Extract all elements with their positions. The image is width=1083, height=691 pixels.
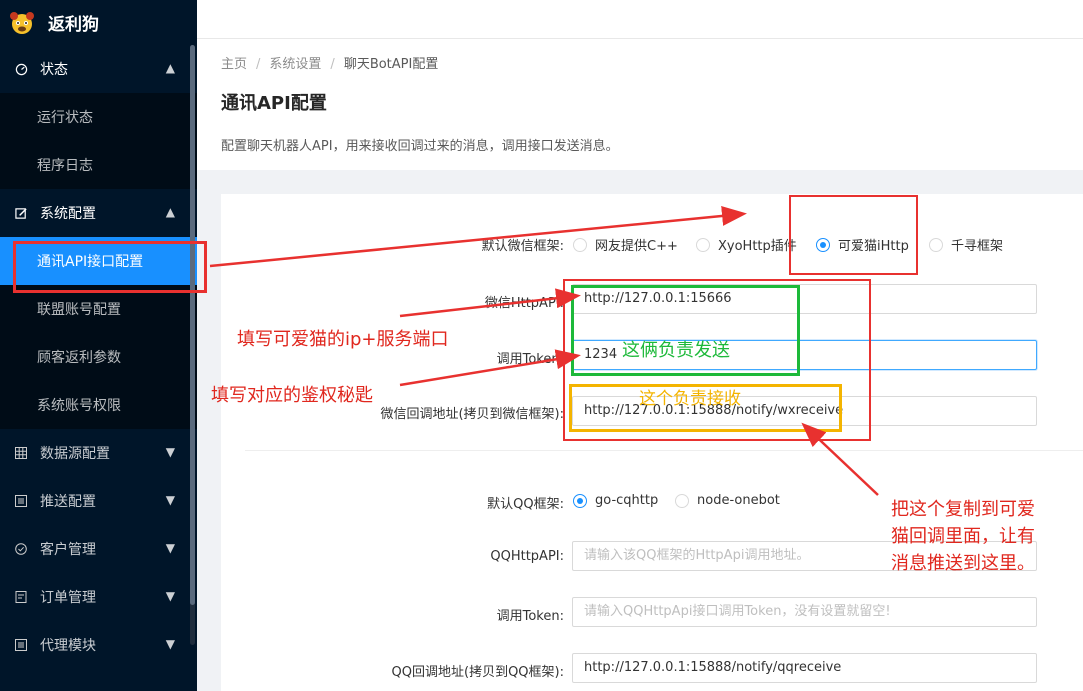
- edit-icon: [14, 206, 28, 220]
- sidebar-item-account-permissions[interactable]: 系统账号权限: [0, 381, 197, 429]
- sidebar-item-program-log[interactable]: 程序日志: [0, 141, 197, 189]
- page-description: 配置聊天机器人API，用来接收回调过来的消息，调用接口发送消息。: [221, 139, 619, 154]
- menu-group-label: 客户管理: [40, 542, 96, 558]
- wechat-callback-label: 微信回调地址(拷贝到微信框架):: [380, 407, 564, 422]
- annotation-copy-note: 把这个复制到可爱 猫回调里面，让有 消息推送到这里。: [891, 496, 1035, 577]
- qq-framework-label: 默认QQ框架:: [487, 497, 564, 512]
- menu-group-label: 订单管理: [40, 590, 96, 606]
- radio-circle: [696, 237, 710, 252]
- chevron-down-icon: ▼: [165, 493, 175, 507]
- token-label: 调用Token:: [496, 352, 564, 367]
- chevron-down-icon: ▼: [165, 541, 175, 555]
- form-divider: [245, 450, 1083, 451]
- sidebar: 返利狗 状态 ▲ 运行状态 程序日志 系统配置 ▲ 通讯API接口配置 联盟账号…: [0, 0, 197, 691]
- dog-logo-icon: [8, 9, 36, 37]
- wechat-http-api-label: 微信HttpAPI:: [484, 296, 564, 311]
- top-header-bar: [197, 0, 1083, 39]
- qq-token-label: 调用Token:: [496, 609, 564, 624]
- breadcrumb-separator: /: [256, 57, 261, 72]
- annotation-box-sidebar-item: [13, 241, 207, 293]
- radio-label: 网友提供C++: [595, 239, 678, 254]
- chevron-down-icon: ▼: [165, 637, 175, 651]
- submenu-status: 运行状态 程序日志: [0, 93, 197, 189]
- radio-wechat-qianxun[interactable]: 千寻框架: [929, 235, 1003, 254]
- chevron-down-icon: ▼: [165, 589, 175, 603]
- sidebar-scrollbar-thumb[interactable]: [190, 45, 195, 605]
- menu-group-system-config[interactable]: 系统配置 ▲: [0, 189, 197, 237]
- page-header: 主页 / 系统设置 / 聊天BotAPI配置 通讯API配置 配置聊天机器人API，用来…: [197, 39, 1083, 170]
- radio-label: XyoHttp插件: [718, 239, 797, 254]
- radio-circle: [929, 237, 943, 252]
- menu-group-label: 系统配置: [40, 206, 96, 222]
- chevron-up-icon: ▲: [165, 205, 175, 219]
- list-icon: [14, 638, 28, 652]
- dashboard-icon: [14, 62, 28, 76]
- menu-group-label: 推送配置: [40, 494, 96, 510]
- app-logo[interactable]: 返利狗: [0, 0, 197, 45]
- chevron-up-icon: ▲: [165, 61, 175, 75]
- menu-group-orders[interactable]: 订单管理 ▼: [0, 573, 197, 621]
- annotation-receive-note: 这个负责接收: [639, 389, 741, 409]
- menu-group-label: 数据源配置: [40, 446, 110, 462]
- qq-callback-label: QQ回调地址(拷贝到QQ框架):: [391, 665, 564, 680]
- breadcrumb-system-settings[interactable]: 系统设置: [269, 57, 321, 72]
- order-icon: [14, 590, 28, 604]
- annotation-send-note: 这俩负责发送: [622, 340, 730, 361]
- radio-label: go-cqhttp: [595, 493, 659, 508]
- radio-circle: [573, 237, 587, 252]
- menu-group-datasource[interactable]: 数据源配置 ▼: [0, 429, 197, 477]
- sidebar-item-rebate-params[interactable]: 顾客返利参数: [0, 333, 197, 381]
- page-title: 通讯API配置: [221, 93, 327, 114]
- qq-callback-input[interactable]: http://127.0.0.1:15888/notify/qqreceive: [572, 653, 1037, 683]
- breadcrumb-separator: /: [330, 57, 335, 72]
- menu-group-status[interactable]: 状态 ▲: [0, 45, 197, 93]
- menu-group-customer[interactable]: 客户管理 ▼: [0, 525, 197, 573]
- radio-wechat-xyohttp[interactable]: XyoHttp插件: [696, 235, 797, 254]
- annotation-box-radio-keaimao: [789, 195, 918, 275]
- radio-qq-gocqhttp[interactable]: go-cqhttp: [573, 493, 658, 508]
- radio-label: node-onebot: [697, 493, 780, 508]
- menu-group-label: 状态: [40, 62, 68, 78]
- radio-label: 千寻框架: [951, 239, 1004, 254]
- annotation-fill-ip-port: 填写可爱猫的ip+服务端口: [237, 329, 449, 350]
- breadcrumb-current: 聊天BotAPI配置: [343, 57, 439, 72]
- menu-group-push-config[interactable]: 推送配置 ▼: [0, 477, 197, 525]
- menu-group-label: 代理模块: [40, 638, 96, 654]
- app-title: 返利狗: [48, 15, 99, 35]
- qq-http-api-label: QQHttpAPI:: [490, 549, 564, 564]
- annotation-fill-token: 填写对应的鉴权秘匙: [211, 385, 373, 406]
- annotation-copy-line: 消息推送到这里。: [891, 553, 1035, 574]
- wechat-framework-label: 默认微信框架:: [481, 239, 564, 254]
- breadcrumb-home[interactable]: 主页: [221, 57, 247, 72]
- qq-token-input[interactable]: 请输入QQHttpApi接口调用Token，没有设置就留空!: [572, 597, 1037, 627]
- list-icon: [14, 494, 28, 508]
- menu-group-agent[interactable]: 代理模块 ▼: [0, 621, 197, 669]
- radio-circle-checked: [573, 493, 587, 508]
- radio-circle: [675, 493, 689, 508]
- annotation-copy-line: 猫回调里面，让有: [891, 526, 1035, 547]
- annotation-box-send-fields: [571, 285, 800, 376]
- grid-icon: [14, 446, 28, 460]
- chevron-down-icon: ▼: [165, 445, 175, 459]
- annotation-copy-line: 把这个复制到可爱: [891, 499, 1035, 520]
- sidebar-item-run-status[interactable]: 运行状态: [0, 93, 197, 141]
- radio-qq-nodeonebot[interactable]: node-onebot: [675, 493, 780, 508]
- check-circle-icon: [14, 542, 28, 556]
- breadcrumb: 主页 / 系统设置 / 聊天BotAPI配置: [221, 53, 438, 72]
- radio-wechat-cpp[interactable]: 网友提供C++: [573, 235, 678, 254]
